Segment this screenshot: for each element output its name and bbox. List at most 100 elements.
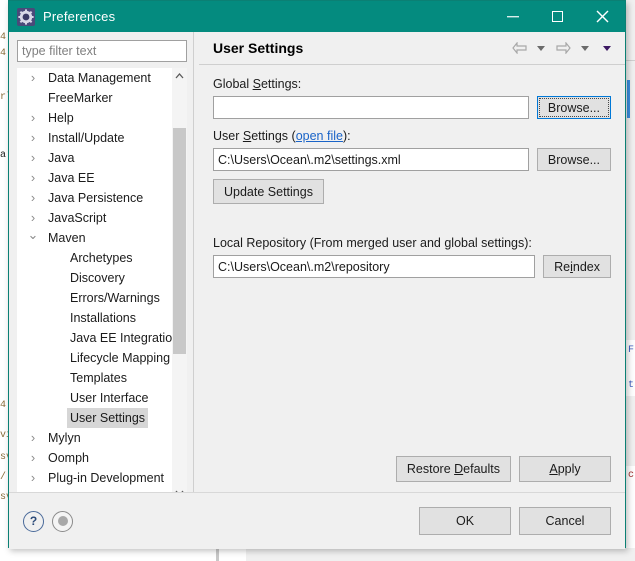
user-settings-label-post: ): [342, 129, 351, 143]
tree-item-discovery[interactable]: Discovery [17, 268, 172, 288]
tree-item-label: Install/Update [48, 131, 125, 145]
background-fragment: 4 [0, 400, 7, 411]
tree-item-label: Lifecycle Mapping [70, 351, 171, 365]
dialog-titlebar[interactable]: Preferences [9, 1, 625, 32]
tree-item-java-ee[interactable]: › Java EE [17, 168, 172, 188]
tree-item-lifecycle-mapping[interactable]: Lifecycle Mapping [17, 348, 172, 368]
settings-page: User Settings Global Settings: Browse...… [199, 32, 625, 492]
tree-item-label: Errors/Warnings [70, 291, 160, 305]
page-content: Global Settings: Browse... User Settings… [199, 65, 625, 278]
background-fragment: F [628, 345, 635, 356]
tree-item-label: Java EE Integration [70, 331, 172, 345]
user-settings-row: Browse... [213, 148, 611, 171]
user-settings-label-mid: ettings ( [251, 129, 296, 143]
user-settings-label-pre: User [213, 129, 243, 143]
tree-scrollbar-thumb[interactable] [173, 128, 186, 354]
background-divider [626, 60, 635, 61]
back-arrow-icon[interactable] [509, 38, 529, 58]
page-header: User Settings [199, 32, 625, 65]
tree-item-archetypes[interactable]: Archetypes [17, 248, 172, 268]
global-settings-row: Browse... [213, 96, 611, 119]
scroll-up-icon[interactable] [172, 68, 187, 84]
local-repository-input[interactable] [213, 255, 536, 278]
forward-arrow-icon[interactable] [553, 38, 573, 58]
page-nav-icons [509, 38, 617, 58]
apply-button[interactable]: Apply [519, 456, 611, 482]
dialog-title: Preferences [43, 9, 116, 24]
tree-item-user-interface[interactable]: User Interface [17, 388, 172, 408]
tree-item-label: FreeMarker [48, 91, 113, 105]
open-file-link[interactable]: open file [296, 129, 343, 143]
reindex-label-pre: Re [554, 259, 571, 274]
global-settings-label: Global Settings: [213, 77, 611, 91]
cancel-button[interactable]: Cancel [519, 507, 611, 535]
maximize-icon[interactable] [535, 1, 580, 32]
chevron-right-icon[interactable]: › [27, 428, 39, 448]
tree-item-label: JavaScript [48, 211, 107, 225]
apply-settings-icon[interactable] [52, 510, 73, 532]
chevron-right-icon[interactable]: › [27, 108, 39, 128]
tree-item-label: User Settings [67, 408, 149, 428]
tree-item-java-persistence[interactable]: › Java Persistence [17, 188, 172, 208]
tree-item-javascript[interactable]: › JavaScript [17, 208, 172, 228]
global-settings-input[interactable] [213, 96, 529, 119]
chevron-right-icon[interactable]: › [27, 148, 39, 168]
user-settings-browse-button[interactable]: Browse... [536, 148, 611, 171]
tree-item-help[interactable]: › Help [17, 108, 172, 128]
tree-item-java[interactable]: › Java [17, 148, 172, 168]
tree-vertical-scrollbar[interactable] [172, 68, 187, 501]
tree-item-label: Plug-in Development [48, 471, 165, 485]
background-panel-right-lower [626, 396, 635, 466]
tree-item-mylyn[interactable]: › Mylyn [17, 428, 172, 448]
background-fragment: t [628, 380, 635, 391]
tree-item-label: Maven [48, 231, 86, 245]
tree-item-plug-in-development[interactable]: › Plug-in Development [17, 468, 172, 488]
chevron-right-icon[interactable]: › [27, 68, 39, 88]
user-settings-input[interactable] [213, 148, 529, 171]
view-menu-chevron-down-icon[interactable] [597, 38, 617, 58]
tree-item-data-management[interactable]: › Data Management [17, 68, 172, 88]
chevron-right-icon[interactable]: › [27, 188, 39, 208]
chevron-down-icon[interactable]: ⌄ [27, 228, 39, 242]
chevron-right-icon[interactable]: › [27, 168, 39, 188]
ok-button[interactable]: OK [419, 507, 511, 535]
dialog-body: › Data Management FreeMarker › Help › Install/… [9, 32, 625, 520]
global-settings-browse-button[interactable]: Browse... [536, 96, 611, 119]
tree-item-user-settings[interactable]: User Settings [17, 408, 172, 428]
chevron-right-icon[interactable]: › [27, 208, 39, 228]
tree-item-oomph[interactable]: › Oomph [17, 448, 172, 468]
chevron-right-icon[interactable]: › [27, 128, 39, 148]
tree-item-label: Archetypes [70, 251, 133, 265]
tree-item-freemarker[interactable]: FreeMarker [17, 88, 172, 108]
back-menu-chevron-down-icon[interactable] [531, 38, 551, 58]
help-icon[interactable]: ? [23, 510, 44, 532]
background-splitter [216, 548, 219, 561]
reindex-button[interactable]: Reindex [543, 255, 611, 278]
preferences-dialog: Preferences type filter text › Data Mana… [8, 0, 626, 549]
local-repository-row: Reindex [213, 255, 611, 278]
tree-item-templates[interactable]: Templates [17, 368, 172, 388]
tree-item-label: Discovery [70, 271, 125, 285]
tree-item-maven[interactable]: ⌄ Maven [17, 228, 172, 248]
forward-menu-chevron-down-icon[interactable] [575, 38, 595, 58]
tree-item-label: Templates [70, 371, 127, 385]
restore-defaults-button[interactable]: Restore Defaults [395, 456, 511, 482]
dialog-action-buttons: OK Cancel [419, 507, 611, 535]
restore-label-mnemonic: D [454, 462, 464, 476]
tree-item-java-ee-integration[interactable]: Java EE Integration [17, 328, 172, 348]
close-icon[interactable] [580, 1, 625, 32]
chevron-right-icon[interactable]: › [27, 448, 39, 468]
preferences-tree: › Data Management FreeMarker › Help › Install/… [17, 68, 187, 520]
tree-item-installations[interactable]: Installations [17, 308, 172, 328]
chevron-right-icon[interactable]: › [27, 468, 39, 488]
apply-label-mnemonic: A [549, 462, 558, 476]
update-settings-button[interactable]: Update Settings [213, 179, 324, 204]
minimize-icon[interactable] [490, 1, 535, 32]
restore-label-post: efaults [463, 462, 500, 476]
tree-item-install-update[interactable]: › Install/Update [17, 128, 172, 148]
local-repository-label: Local Repository (From merged user and g… [213, 236, 532, 250]
tree-scrollport[interactable]: › Data Management FreeMarker › Help › Install/… [17, 68, 172, 501]
tree-item-errors-warnings[interactable]: Errors/Warnings [17, 288, 172, 308]
filter-input[interactable] [17, 40, 187, 62]
